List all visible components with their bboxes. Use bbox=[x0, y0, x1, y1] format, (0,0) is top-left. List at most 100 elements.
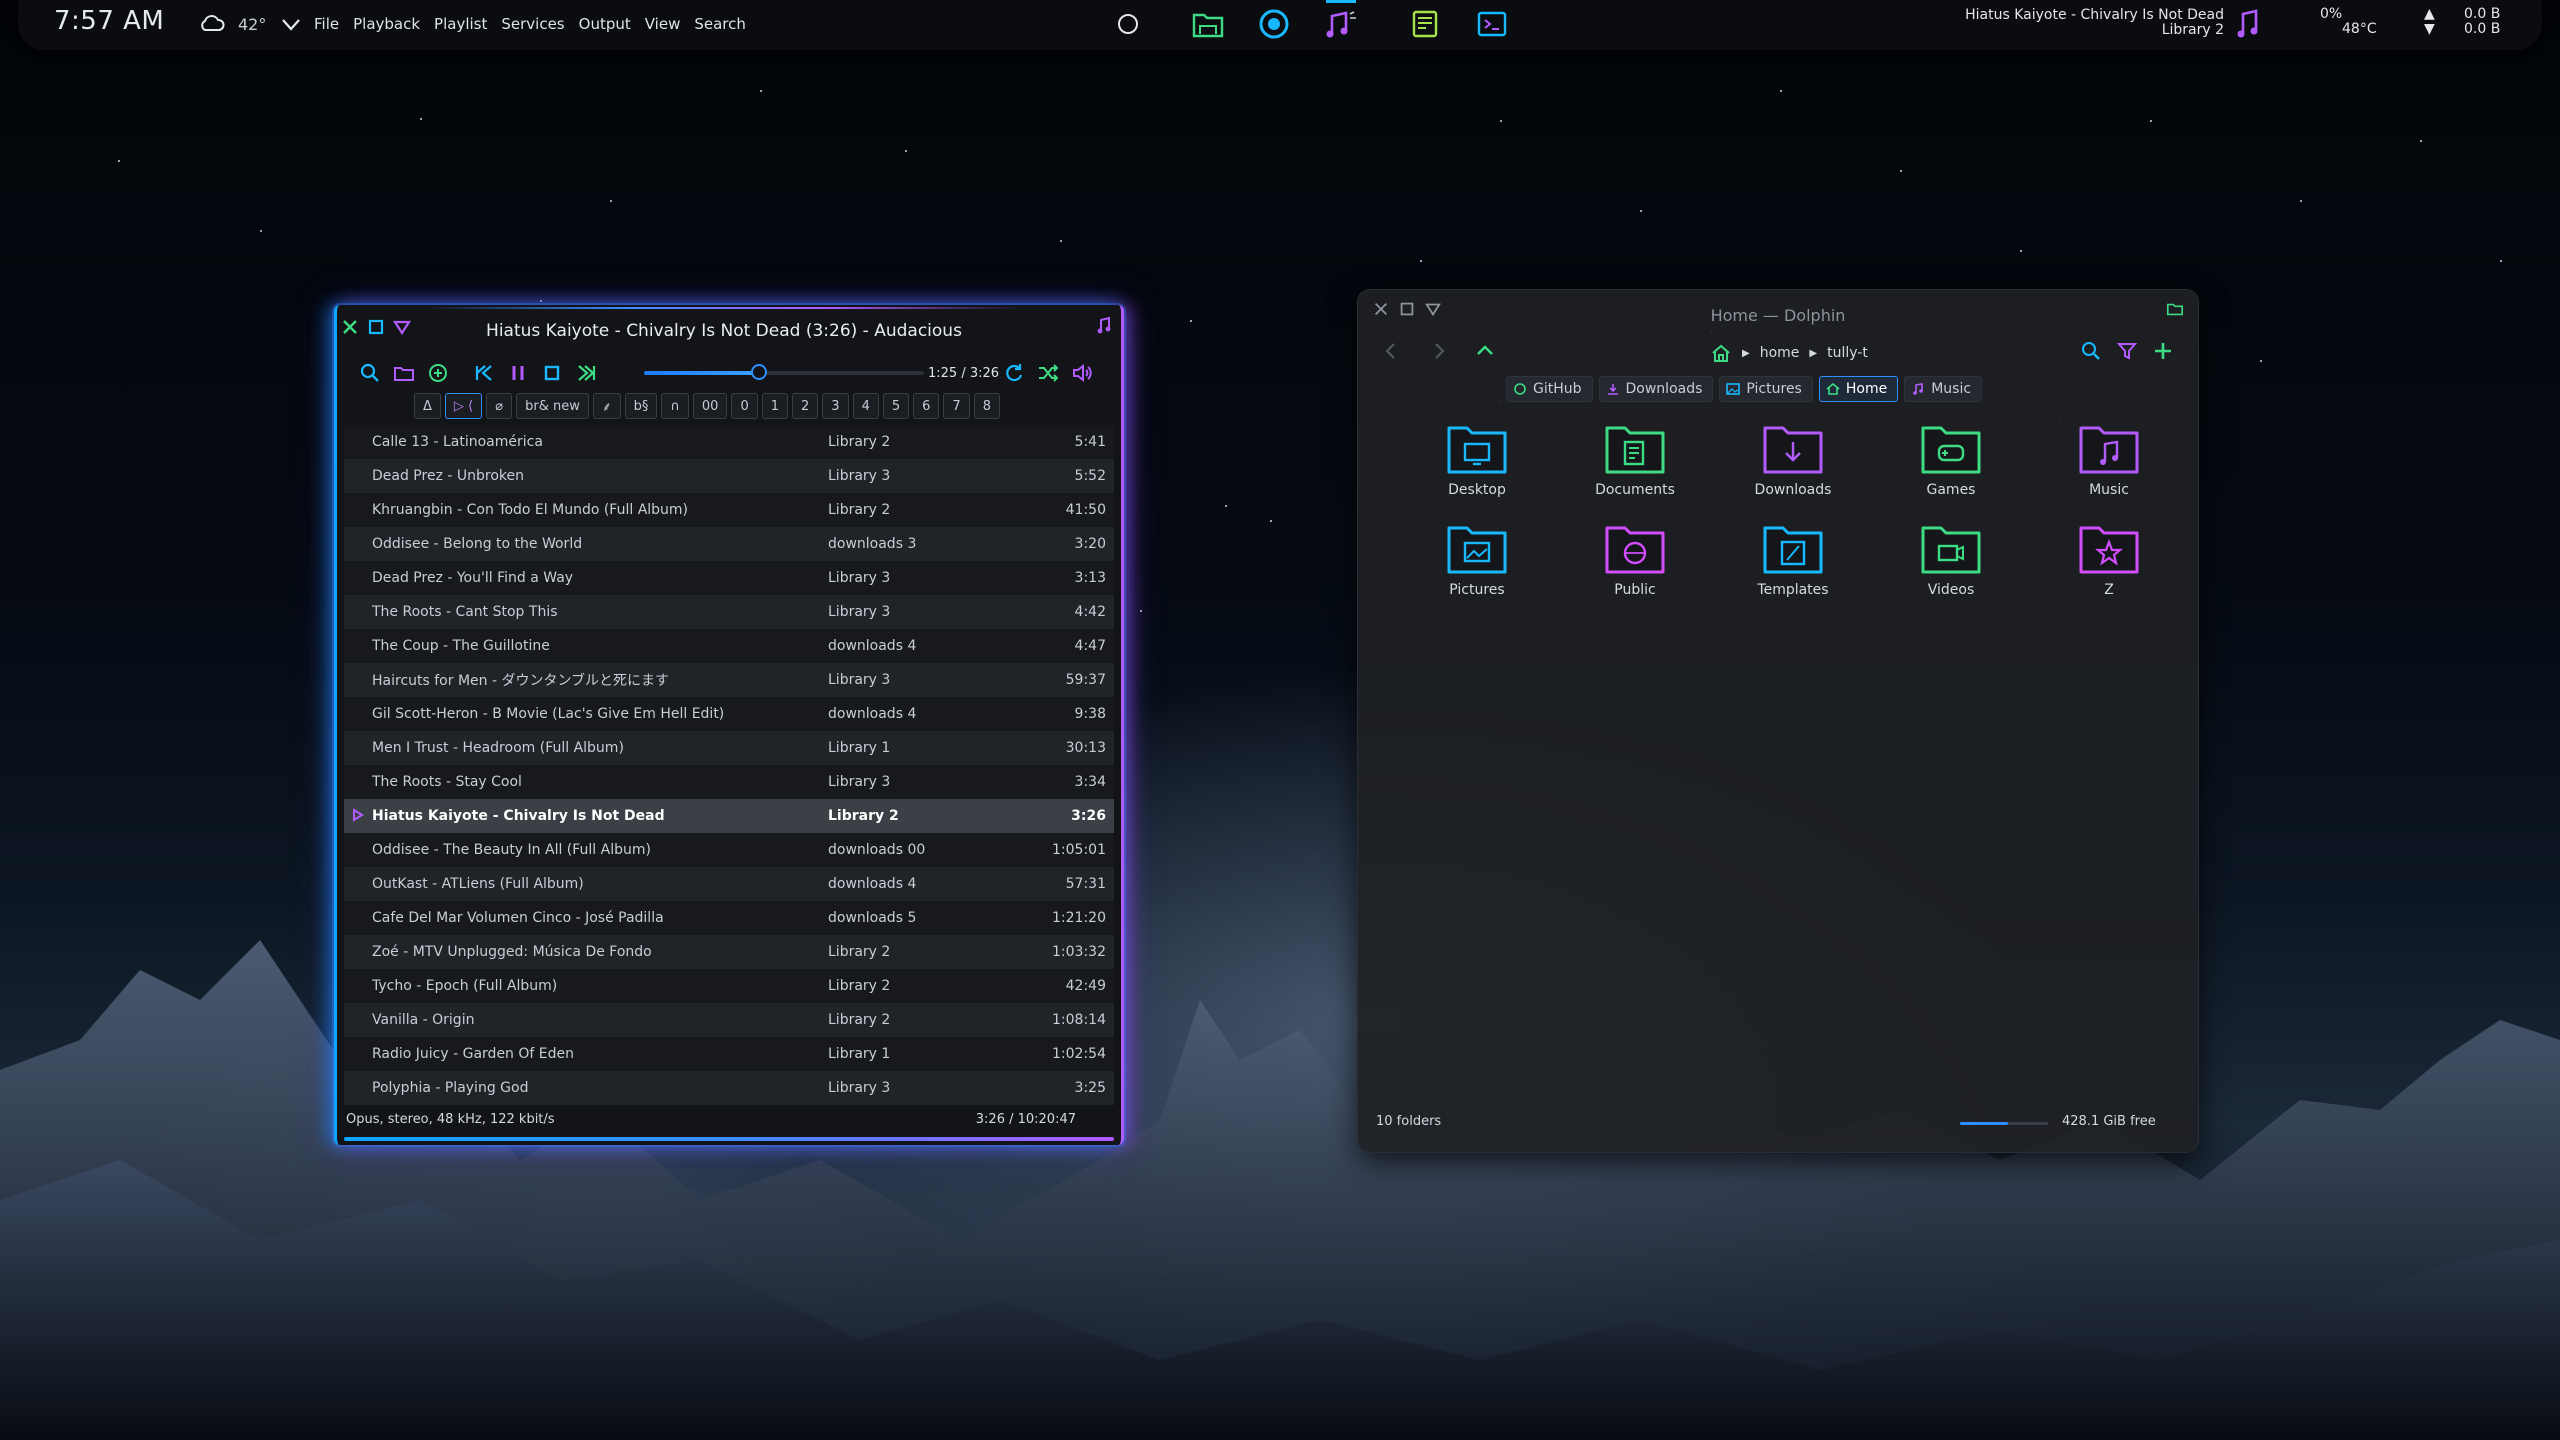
add-icon[interactable] bbox=[426, 361, 450, 385]
menu-playback[interactable]: Playback bbox=[353, 15, 420, 33]
playlist-row[interactable]: Vanilla - Origin Library 2 1:08:14 bbox=[344, 1003, 1114, 1037]
folder-desktop[interactable]: Desktop bbox=[1398, 420, 1556, 498]
next-icon[interactable] bbox=[574, 361, 598, 385]
seek-handle[interactable] bbox=[751, 364, 767, 380]
breadcrumb-home[interactable]: home bbox=[1760, 345, 1800, 361]
playlist-tab[interactable]: 2 bbox=[792, 393, 819, 419]
place-pictures[interactable]: Pictures bbox=[1719, 376, 1813, 402]
playlist-row[interactable]: OutKast - ATLiens (Full Album) downloads … bbox=[344, 867, 1114, 901]
playlist-tab[interactable]: 00 bbox=[692, 393, 728, 419]
back-icon[interactable] bbox=[1380, 340, 1402, 362]
playlist-tab[interactable]: ⌀ bbox=[486, 393, 513, 419]
menu-services[interactable]: Services bbox=[501, 15, 564, 33]
folder-pictures[interactable]: Pictures bbox=[1398, 520, 1556, 598]
folder-documents[interactable]: Documents bbox=[1556, 420, 1714, 498]
playlist-row[interactable]: The Roots - Stay Cool Library 3 3:34 bbox=[344, 765, 1114, 799]
close-icon[interactable] bbox=[340, 317, 360, 337]
seek-bar-track[interactable] bbox=[759, 371, 924, 375]
playlist-tab[interactable]: Δ bbox=[414, 393, 441, 419]
music-icon[interactable] bbox=[1320, 6, 1360, 42]
place-github[interactable]: GitHub bbox=[1506, 376, 1593, 402]
star-folder-icon bbox=[2079, 526, 2139, 574]
playlist-row[interactable]: The Coup - The Guillotine downloads 4 4:47 bbox=[344, 629, 1114, 663]
forward-icon[interactable] bbox=[1428, 340, 1450, 362]
notes-icon[interactable] bbox=[1406, 6, 1446, 42]
playlist-tab[interactable]: b§ bbox=[624, 393, 658, 419]
playlist-row[interactable]: Polyphia - Playing God Library 3 3:25 bbox=[344, 1071, 1114, 1105]
playlist-tab[interactable]: br& new bbox=[516, 393, 589, 419]
music-note-icon[interactable] bbox=[2234, 8, 2262, 40]
music-icon bbox=[1913, 383, 1924, 395]
stop-icon[interactable] bbox=[540, 361, 564, 385]
menu-playlist[interactable]: Playlist bbox=[434, 15, 487, 33]
previous-icon[interactable] bbox=[472, 361, 496, 385]
home-icon[interactable] bbox=[1710, 342, 1732, 364]
folder-downloads[interactable]: Downloads bbox=[1714, 420, 1872, 498]
playlist-tab[interactable]: 1 bbox=[761, 393, 789, 419]
cloud-icon[interactable] bbox=[198, 13, 226, 33]
folder-icon[interactable] bbox=[1188, 6, 1228, 42]
pause-icon[interactable] bbox=[506, 361, 530, 385]
playlist-row[interactable]: Radio Juicy - Garden Of Eden Library 1 1:0… bbox=[344, 1037, 1114, 1071]
menu-output[interactable]: Output bbox=[579, 15, 631, 33]
place-music[interactable]: Music bbox=[1904, 376, 1983, 402]
up-icon[interactable] bbox=[1474, 340, 1496, 362]
filter-icon[interactable] bbox=[2116, 340, 2138, 362]
search-icon[interactable] bbox=[2080, 340, 2102, 362]
playlist-tab[interactable]: 5 bbox=[882, 393, 910, 419]
playlist-tab[interactable]: 4 bbox=[852, 393, 879, 419]
activity-indicator-icon[interactable] bbox=[1118, 14, 1138, 34]
repeat-icon[interactable] bbox=[1002, 361, 1026, 385]
playlist-row[interactable]: Men I Trust - Headroom (Full Album) Libra… bbox=[344, 731, 1114, 765]
seek-bar-filled[interactable] bbox=[644, 371, 759, 375]
clock[interactable]: 7:57 AM bbox=[54, 6, 164, 36]
menu-search[interactable]: Search bbox=[694, 15, 746, 33]
browser-icon[interactable] bbox=[1254, 6, 1294, 42]
playlist-tab[interactable]: 0 bbox=[731, 393, 758, 419]
system-monitor[interactable]: 0% 48°C bbox=[2320, 7, 2377, 37]
menu-view[interactable]: View bbox=[645, 15, 681, 33]
playlist-row[interactable]: Dead Prez - Unbroken Library 3 5:52 bbox=[344, 459, 1114, 493]
playlist-row[interactable]: Tycho - Epoch (Full Album) Library 2 42:49 bbox=[344, 969, 1114, 1003]
playlist-row[interactable]: Calle 13 - Latinoamérica Library 2 5:41 bbox=[344, 425, 1114, 459]
folder-games[interactable]: Games bbox=[1872, 420, 2030, 498]
maximize-icon[interactable] bbox=[366, 317, 386, 337]
playlist-tab[interactable]: ∩ bbox=[661, 393, 689, 419]
playlist-row[interactable]: Hiatus Kaiyote - Chivalry Is Not Dead Lib… bbox=[344, 799, 1114, 833]
playlist-row[interactable]: Oddisee - The Beauty In All (Full Album)… bbox=[344, 833, 1114, 867]
playlist-tab[interactable]: ⸙ bbox=[592, 393, 621, 419]
playlist-row[interactable]: Khruangbin - Con Todo El Mundo (Full Alb… bbox=[344, 493, 1114, 527]
place-home[interactable]: Home bbox=[1818, 376, 1899, 402]
folder-templates[interactable]: Templates bbox=[1714, 520, 1872, 598]
playlist-row[interactable]: Haircuts for Men - ダウンタンブルと死にます Library 3… bbox=[344, 663, 1114, 697]
volume-icon[interactable] bbox=[1070, 361, 1094, 385]
playlist-row[interactable]: Oddisee - Belong to the World downloads 3… bbox=[344, 527, 1114, 561]
minimize-icon[interactable] bbox=[392, 317, 412, 337]
playlist-row[interactable]: The Roots - Cant Stop This Library 3 4:42 bbox=[344, 595, 1114, 629]
playlist-tab[interactable]: 7 bbox=[943, 393, 970, 419]
menu-file[interactable]: File bbox=[314, 15, 339, 33]
shuffle-icon[interactable] bbox=[1036, 361, 1060, 385]
playlist-tab[interactable]: 8 bbox=[973, 393, 1000, 419]
place-downloads[interactable]: Downloads bbox=[1598, 376, 1714, 402]
playlist-row[interactable]: Zoé - MTV Unplugged: Música De Fondo Libr… bbox=[344, 935, 1114, 969]
open-folder-icon[interactable] bbox=[392, 361, 416, 385]
now-playing-widget[interactable]: Hiatus Kaiyote - Chivalry Is Not Dead Li… bbox=[1965, 8, 2224, 38]
search-icon[interactable] bbox=[358, 361, 382, 385]
folder-music[interactable]: Music bbox=[2030, 420, 2188, 498]
folder-label: Videos bbox=[1927, 582, 1975, 598]
folder-public[interactable]: Public bbox=[1556, 520, 1714, 598]
new-folder-icon[interactable] bbox=[2152, 340, 2174, 362]
folder-z[interactable]: Z bbox=[2030, 520, 2188, 598]
chevron-down-icon[interactable] bbox=[280, 13, 302, 35]
breadcrumb-user[interactable]: tully-t bbox=[1827, 345, 1868, 361]
playlist-row[interactable]: Dead Prez - You'll Find a Way Library 3 3:… bbox=[344, 561, 1114, 595]
playlist-row[interactable]: Cafe Del Mar Volumen Cinco - José Padill… bbox=[344, 901, 1114, 935]
playlist-row[interactable]: Gil Scott-Heron - B Movie (Lac's Give Em… bbox=[344, 697, 1114, 731]
playlist-tab[interactable]: 3 bbox=[822, 393, 849, 419]
terminal-icon[interactable] bbox=[1472, 6, 1512, 42]
network-monitor[interactable]: 0.0 B 0.0 B bbox=[2464, 7, 2500, 37]
playlist-tab[interactable]: ▷ ⟨ bbox=[444, 393, 483, 419]
folder-videos[interactable]: Videos bbox=[1872, 520, 2030, 598]
playlist-tab[interactable]: 6 bbox=[913, 393, 940, 419]
